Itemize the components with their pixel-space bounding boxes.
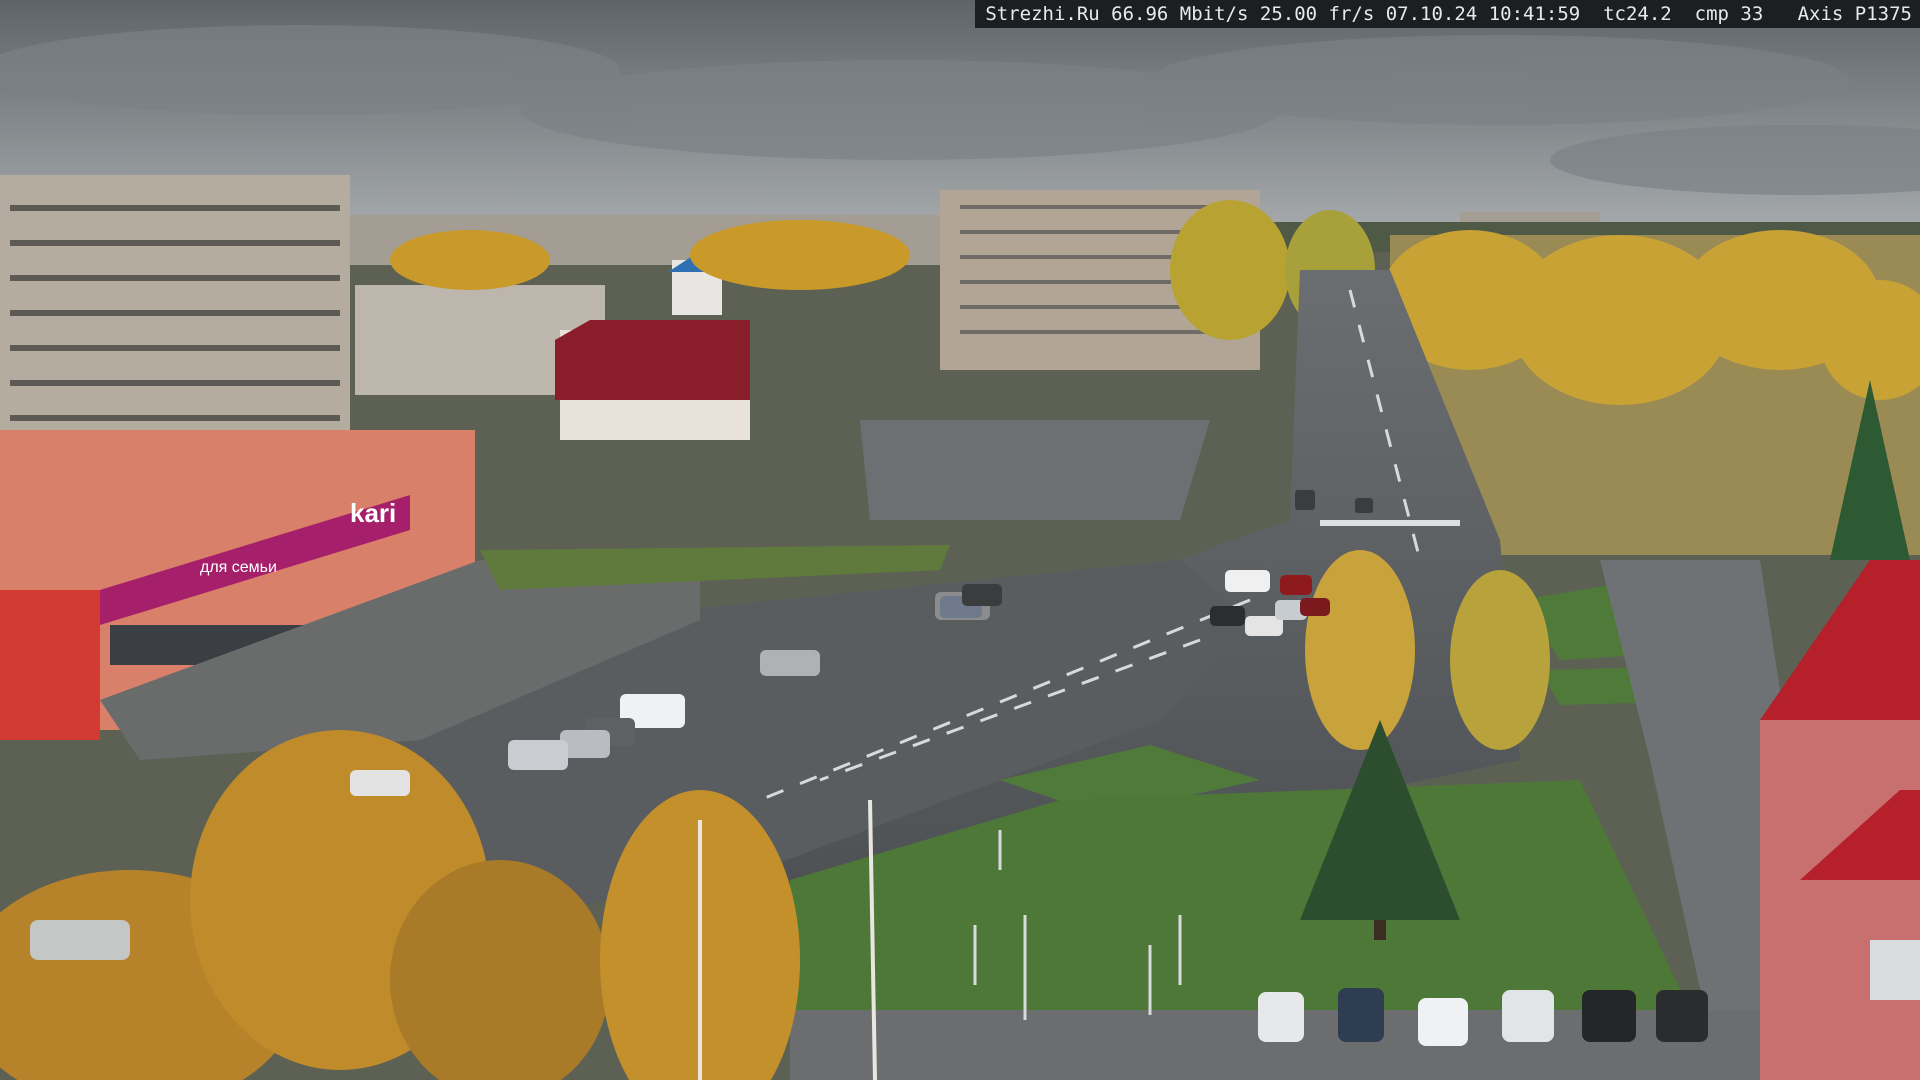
camera-frame: kari для семьи Strezhi.Ru 66.96 Mbit/s 2… — [0, 0, 1920, 1080]
red-roof-building — [1760, 720, 1920, 1080]
osd-site: Strezhi.Ru — [985, 3, 1100, 25]
red-roof — [555, 320, 750, 400]
store-slogan-sign: для семьи — [200, 559, 277, 576]
osd-bitrate: 66.96 Mbit/s — [1111, 3, 1249, 25]
store-brand-sign: kari — [350, 498, 396, 528]
osd-camera-model: Axis P1375 — [1797, 3, 1912, 25]
store-red-panel — [0, 590, 100, 740]
osd-tc: tc24.2 — [1603, 3, 1672, 25]
osd-date: 07.10.24 — [1385, 3, 1478, 25]
camera-osd-bar: Strezhi.Ru 66.96 Mbit/s 25.00 fr/s 07.10… — [975, 0, 1920, 28]
building-window — [1870, 940, 1920, 1000]
paved-square — [860, 420, 1210, 520]
spruce-trunk — [1374, 920, 1386, 940]
crosswalk — [1320, 520, 1460, 526]
osd-time: 10:41:59 — [1488, 3, 1581, 25]
osd-cmp: cmp 33 — [1694, 3, 1764, 25]
osd-framerate: 25.00 fr/s — [1259, 3, 1375, 25]
street-scene: kari для семьи — [0, 0, 1920, 1080]
